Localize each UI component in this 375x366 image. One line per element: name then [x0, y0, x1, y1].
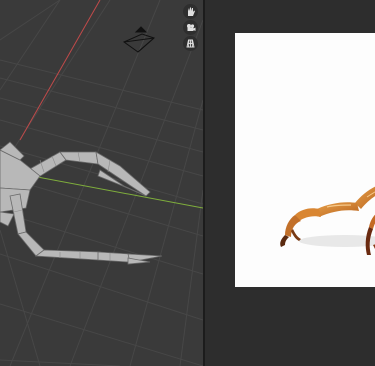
camera-icon[interactable]	[183, 20, 198, 35]
crab-leg-photo	[280, 186, 375, 255]
viewport-scene	[0, 0, 203, 366]
image-editor-area[interactable]	[205, 0, 375, 366]
blender-window	[0, 0, 375, 366]
x-axis-line	[19, 0, 101, 141]
navigation-gizmos	[183, 4, 199, 52]
3d-viewport[interactable]	[0, 0, 203, 366]
reference-image	[235, 33, 375, 287]
hand-pan-icon[interactable]	[183, 4, 198, 19]
grid-ortho-icon[interactable]	[183, 36, 198, 51]
crab-leg-mesh	[0, 141, 163, 265]
camera-object	[122, 26, 155, 53]
